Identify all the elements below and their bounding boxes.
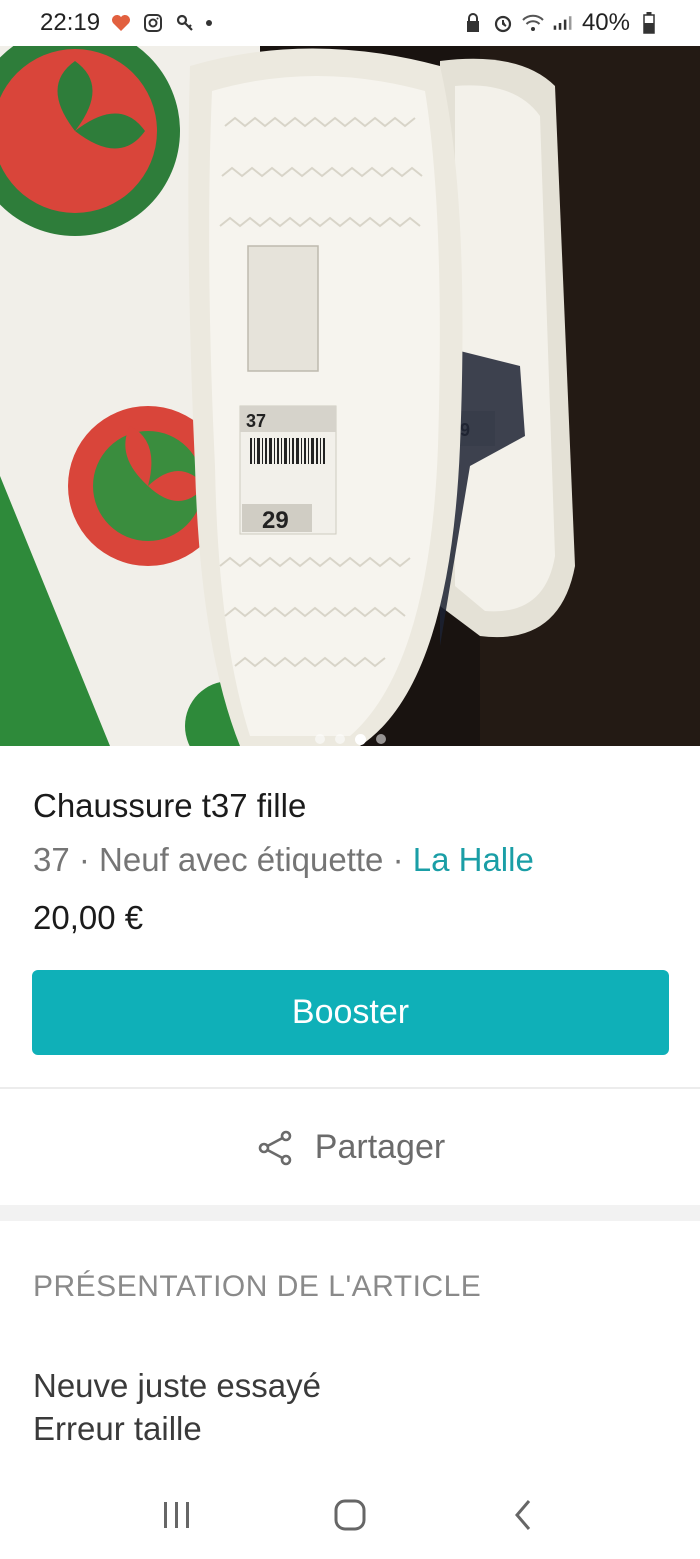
key-icon	[174, 12, 196, 34]
battery-level: 40%	[581, 9, 630, 36]
status-left: 22:19	[40, 9, 213, 37]
divider	[0, 1087, 700, 1089]
recent-apps-button[interactable]	[147, 1485, 207, 1545]
description-line: Erreur taille	[33, 1410, 202, 1447]
carousel-dot[interactable]	[314, 734, 325, 744]
booster-button[interactable]: Booster	[32, 970, 669, 1055]
carousel-dot-active[interactable]	[354, 734, 366, 745]
home-button[interactable]	[320, 1485, 380, 1545]
share-label: Partager	[314, 1128, 446, 1166]
status-right: 40%	[462, 9, 660, 37]
description-line: Neuve juste essayé	[33, 1367, 321, 1404]
carousel-dot[interactable]	[334, 734, 345, 744]
heart-notification-icon	[110, 12, 132, 34]
back-button[interactable]	[493, 1485, 553, 1545]
item-photo-gallery[interactable]: 29 37 29	[0, 46, 700, 746]
lock-icon	[462, 12, 484, 34]
battery-icon	[638, 12, 660, 34]
back-icon	[515, 1499, 531, 1530]
signal-icon	[552, 12, 574, 34]
home-icon	[334, 1499, 366, 1530]
item-title: Chaussure t37 fille	[33, 787, 307, 824]
item-description: Neuve juste essayé Erreur taille	[33, 1364, 321, 1450]
share-button[interactable]: Partager	[0, 1090, 700, 1205]
instagram-icon	[142, 12, 164, 34]
item-size: 37	[33, 841, 70, 878]
status-bar: 22:19 40%	[0, 0, 700, 46]
alarm-icon	[492, 12, 514, 34]
item-price: 20,00 €	[33, 899, 144, 936]
item-condition: Neuf avec étiquette	[99, 841, 384, 878]
section-separator	[0, 1205, 700, 1221]
carousel-dot[interactable]	[375, 734, 386, 744]
svg-text:29: 29	[262, 507, 289, 534]
meta-separator: ·	[69, 841, 100, 878]
carousel-dots	[0, 734, 700, 745]
meta-separator: ·	[383, 841, 413, 878]
item-meta: 37 · Neuf avec étiquette · La Halle	[33, 838, 673, 882]
svg-text:37: 37	[246, 411, 266, 431]
item-photo: 29 37 29	[0, 46, 700, 746]
navigation-bar	[0, 1470, 700, 1559]
presentation-heading: PRÉSENTATION DE L'ARTICLE	[33, 1270, 482, 1303]
recent-apps-icon	[163, 1501, 189, 1528]
item-info: Chaussure t37 fille 37 · Neuf avec étiqu…	[33, 784, 673, 940]
status-time: 22:19	[40, 9, 101, 36]
dot-icon	[206, 20, 213, 26]
item-brand-link[interactable]: La Halle	[413, 841, 534, 878]
wifi-icon	[522, 12, 544, 34]
share-icon	[255, 1128, 295, 1168]
